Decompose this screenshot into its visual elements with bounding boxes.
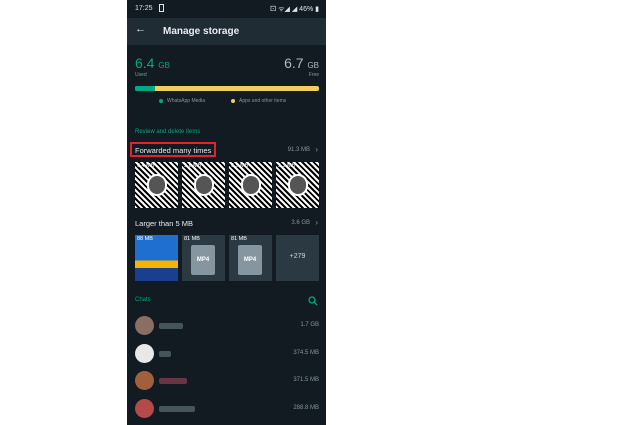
photo-face: [241, 174, 261, 196]
forwarded-thumb-3[interactable]: 6.5 MB: [229, 162, 272, 208]
forwarded-thumb-4[interactable]: 5.3 MB: [276, 162, 319, 208]
free-value: 6.7: [284, 55, 304, 71]
used-label: Used: [135, 72, 147, 78]
search-icon[interactable]: [308, 296, 318, 306]
chat-name-blurred: [159, 378, 187, 384]
large-thumb-more[interactable]: +279: [276, 235, 319, 281]
chat-name-blurred: [159, 323, 183, 329]
thumb-size: 88 MB: [137, 236, 153, 242]
chat-row[interactable]: 374.5 MB: [127, 344, 326, 364]
photo-face: [288, 174, 308, 196]
notification-icon: [159, 4, 164, 12]
used-storage: 6.4 GB: [135, 55, 170, 71]
thumb-size: 81 MB: [231, 236, 247, 242]
arrow-left-icon[interactable]: ←: [135, 23, 146, 35]
file-ext: MP4: [196, 257, 210, 263]
forwarded-thumb-2[interactable]: 5.6 MB: [182, 162, 225, 208]
chevron-right-icon: ›: [315, 218, 318, 227]
status-bar: 17:25 ⚀ ᯤ◢ ◢ 46% ▮: [127, 0, 326, 18]
thumb-size: 6.4 MB: [137, 163, 155, 169]
video-file-icon: MP4: [191, 245, 215, 275]
avatar: [135, 371, 154, 390]
free-storage: 6.7 GB: [284, 55, 319, 71]
chat-size: 288.8 MB: [293, 405, 319, 411]
whatsapp-media-fill: [135, 86, 156, 91]
large-thumb-3[interactable]: MP4 81 MB: [229, 235, 272, 281]
free-unit: GB: [307, 61, 319, 70]
legend-apps-other-label: Apps and other items: [239, 98, 287, 104]
phone-screen: 17:25 ⚀ ᯤ◢ ◢ 46% ▮ ← Manage storage 6.4 …: [127, 0, 326, 425]
storage-usage-bar: [135, 86, 319, 91]
free-label: Free: [308, 72, 319, 78]
photo-face: [194, 174, 214, 196]
larger-label: Larger than 5 MB: [135, 219, 193, 228]
avatar: [135, 344, 154, 363]
chat-name-blurred: [159, 406, 195, 412]
large-thumb-1[interactable]: 88 MB: [135, 235, 178, 281]
thumb-size: 6.5 MB: [231, 163, 249, 169]
legend-whatsapp-media-label: WhatsApp Media: [167, 98, 206, 104]
legend-apps-other: Apps and other items: [231, 98, 286, 104]
status-time: 17:25: [135, 5, 153, 12]
video-file-icon: MP4: [238, 245, 262, 275]
review-section-title: Review and delete items: [135, 129, 201, 135]
more-count: +279: [289, 253, 306, 260]
avatar: [135, 316, 154, 335]
avatar: [135, 399, 154, 418]
thumb-size: 81 MB: [184, 236, 200, 242]
forwarded-thumbnails: 6.4 MB 5.6 MB 6.5 MB 5.3 MB: [135, 162, 319, 208]
large-thumb-2[interactable]: MP4 81 MB: [182, 235, 225, 281]
used-unit: GB: [158, 61, 170, 70]
file-ext: MP4: [243, 257, 257, 263]
forwarded-size: 91.3 MB: [287, 147, 310, 153]
page-title: Manage storage: [163, 26, 240, 37]
chat-row[interactable]: 288.8 MB: [127, 399, 326, 419]
whatsapp-media-dot: [159, 98, 163, 103]
larger-than-5mb-row[interactable]: Larger than 5 MB 3.6 GB ›: [127, 218, 326, 232]
status-icons: ⚀ ᯤ◢ ◢ 46% ▮: [270, 6, 319, 13]
apps-other-dot: [231, 98, 235, 103]
chat-row[interactable]: 1.7 GB: [127, 316, 326, 336]
chevron-right-icon: ›: [315, 145, 318, 154]
chat-size: 1.7 GB: [300, 322, 319, 328]
thumb-size: 5.6 MB: [184, 163, 202, 169]
highlight-annotation-box: [130, 142, 216, 157]
chat-size: 374.5 MB: [293, 350, 319, 356]
chat-row[interactable]: 371.5 MB: [127, 371, 326, 391]
used-value: 6.4: [135, 55, 155, 71]
photo-face: [147, 174, 167, 196]
forwarded-thumb-1[interactable]: 6.4 MB: [135, 162, 178, 208]
legend-whatsapp-media: WhatsApp Media: [159, 98, 205, 104]
chat-size: 371.5 MB: [293, 377, 319, 383]
large-file-thumbnails: 88 MB MP4 81 MB MP4 81 MB +279: [135, 235, 319, 281]
chats-section-title: Chats: [135, 297, 151, 303]
app-bar: ← Manage storage: [127, 18, 326, 45]
thumb-size: 5.3 MB: [278, 163, 296, 169]
larger-size: 3.6 GB: [291, 220, 310, 226]
chat-name-blurred: [159, 351, 171, 357]
